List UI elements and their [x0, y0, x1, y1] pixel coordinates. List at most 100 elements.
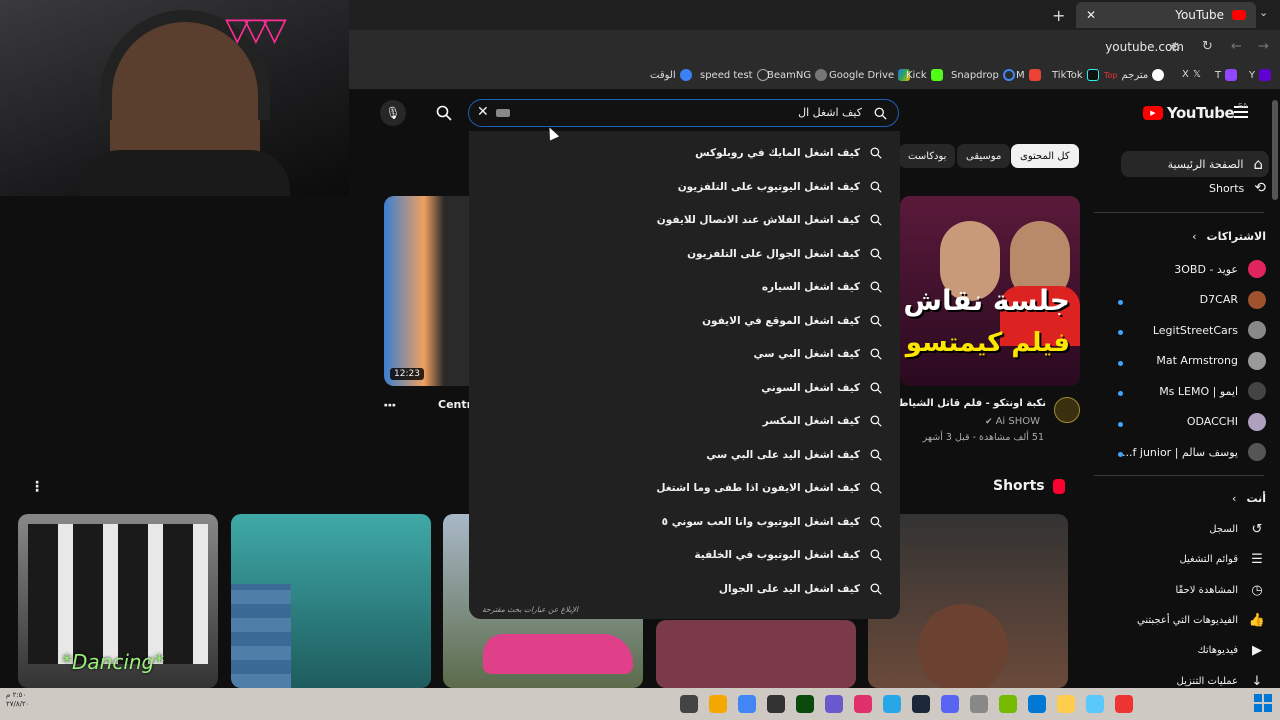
voice-search-button[interactable]: 🎙 — [380, 100, 406, 126]
bookmark-snapdrop[interactable]: Snapdrop — [951, 69, 1015, 81]
steam-icon[interactable] — [912, 695, 930, 713]
channel-avatar-aishow[interactable] — [1054, 397, 1080, 423]
search-suggestion-icon — [870, 181, 882, 193]
short-thumbnail-2[interactable] — [231, 514, 431, 688]
new-tab-button[interactable]: + — [1052, 6, 1065, 25]
report-suggestions-link[interactable]: الإبلاغ عن عبارات بحث مقترحة — [482, 605, 578, 614]
chip-podcasts[interactable]: بودكاست — [899, 144, 956, 168]
subscription-item[interactable]: D7CAR — [1200, 290, 1266, 309]
short-thumbnail-4[interactable] — [656, 620, 856, 688]
video-more-icon[interactable]: ⋮ — [381, 398, 397, 412]
site-settings-icon[interactable]: ⚙ — [1170, 40, 1181, 54]
explorer-icon[interactable] — [1057, 695, 1075, 713]
clear-search-icon[interactable]: ✕ — [477, 104, 489, 120]
suggestion-text: كيف اشغل اليوتيوب في الخلفية — [694, 549, 860, 561]
search-button[interactable] — [430, 100, 458, 126]
search-suggestion[interactable]: كيف اشغل السوني — [761, 382, 882, 394]
notepad-icon[interactable] — [970, 695, 988, 713]
back-icon[interactable]: ← — [1231, 39, 1242, 54]
thumbnail-caption-1: جلسة نقاش — [903, 284, 1070, 317]
apps-icon[interactable] — [825, 695, 843, 713]
sidebar-divider-1 — [1094, 212, 1264, 213]
epic-icon[interactable] — [680, 695, 698, 713]
sidebar-item-home[interactable]: ⌂ الصفحة الرئيسية — [1121, 151, 1269, 177]
you-item[interactable]: ↓ عمليات التنزيل — [1177, 674, 1266, 689]
bookmark-gmail[interactable]: M — [1016, 69, 1041, 81]
sidebar-scrollbar[interactable] — [1272, 100, 1278, 200]
sidebar-item-shorts[interactable]: ⟲ Shorts — [1209, 180, 1266, 196]
short-overlay-text: *Dancing* — [62, 650, 165, 674]
chip-music[interactable]: موسيقى — [957, 144, 1011, 168]
files-icon[interactable] — [709, 695, 727, 713]
chrome-icon[interactable] — [738, 695, 756, 713]
you-header[interactable]: أنت › — [1232, 492, 1266, 505]
instagram-icon[interactable] — [854, 695, 872, 713]
edge-icon[interactable] — [1028, 695, 1046, 713]
search-suggestion[interactable]: كيف اشغل اليد على الجوال — [719, 583, 882, 595]
search-suggestion[interactable]: كيف اشغل الجوال على التلفزيون — [687, 248, 882, 260]
bookmark-speedtest[interactable]: speed test — [700, 69, 769, 81]
close-tab-icon[interactable]: ✕ — [1086, 8, 1096, 22]
forward-icon[interactable]: → — [1258, 39, 1269, 54]
chevron-you-icon: › — [1232, 492, 1237, 505]
video-title-left[interactable]: Centr — [438, 398, 472, 411]
subscription-item[interactable]: ايمو | Ms LEMO — [1159, 382, 1266, 400]
bookmark-x[interactable]: X𝕏 — [1182, 69, 1201, 80]
keyboard-icon[interactable] — [496, 109, 510, 117]
short-thumbnail-1[interactable]: *Dancing* — [18, 514, 218, 688]
epic-games-icon[interactable] — [767, 695, 785, 713]
start-button[interactable] — [1254, 694, 1272, 712]
channel-avatar — [1248, 321, 1266, 339]
search-suggestion[interactable]: كيف اشغل المايك في روبلوكس — [695, 147, 882, 159]
youtube-play-icon: ▶ — [1143, 106, 1163, 120]
subscription-item[interactable]: عويد - 3OBD — [1174, 260, 1266, 278]
bookmark-beamng[interactable]: BeamNG — [767, 69, 828, 81]
you-item[interactable]: ↺ السجل — [1209, 522, 1266, 537]
bookmark-kick[interactable]: Kick — [906, 69, 943, 81]
search-suggestion[interactable]: كيف اشغل اليوتيوب في الخلفية — [694, 549, 882, 561]
search-suggestion[interactable]: كيف اشغل الموقع في الايفون — [702, 315, 882, 327]
telegram-icon[interactable] — [883, 695, 901, 713]
search-suggestion[interactable]: كيف اشغل اليد على البي سي — [706, 449, 882, 461]
bookmark-y[interactable]: Y — [1249, 69, 1272, 81]
search-suggestion[interactable]: كيف اشغل الفلاش عند الاتصال للايفون — [657, 214, 882, 226]
shorts-more-icon[interactable]: ⋮ — [30, 479, 44, 495]
bookmark-twitch[interactable]: T — [1215, 69, 1238, 81]
suggestion-text: كيف اشغل المايك في روبلوكس — [695, 147, 860, 159]
search-suggestion[interactable]: كيف اشغل السياره — [762, 281, 882, 293]
search-suggestion[interactable]: كيف اشغل المكسر — [763, 415, 882, 427]
taskbar-clock[interactable]: ٢:٥٠ م ٢٧/٨/٢٠ — [6, 691, 30, 709]
search-suggestion[interactable]: كيف اشغل اليوتيوب وانا العب سوني ٥ — [662, 516, 882, 528]
search-suggestion[interactable]: كيف اشغل اليوتيوب على التلفزيون — [678, 181, 882, 193]
subscription-item[interactable]: يوسف سالم | f junior... — [1122, 443, 1266, 461]
reload-icon[interactable]: ↻ — [1202, 39, 1213, 54]
bookmark-translate[interactable]: Top مترجم — [1104, 69, 1165, 81]
video-thumbnail-right[interactable]: جلسة نقاش فيلم كيمتسو — [900, 196, 1080, 386]
discord-icon[interactable] — [941, 695, 959, 713]
search-icon — [436, 105, 452, 121]
subscription-item[interactable]: ODACCHI — [1187, 412, 1266, 431]
search-suggestion[interactable]: كيف اشغل الايفون اذا طفى وما اشتغل — [656, 482, 882, 494]
video-title-right[interactable]: نكبة اونتكو - فلم قاتل الشياطين القعة — [898, 398, 1046, 409]
youtube-logo[interactable]: ▶ YouTube SA — [1143, 102, 1248, 122]
photos-icon[interactable] — [1086, 695, 1104, 713]
subscription-item[interactable]: LegitStreetCars — [1153, 321, 1266, 339]
subscriptions-header[interactable]: الاشتراكات › — [1192, 230, 1266, 243]
bookmark-time[interactable]: الوقت — [650, 69, 692, 81]
search-input[interactable]: ✕ كيف اشغل ال — [468, 99, 899, 127]
subscription-item[interactable]: Mat Armstrong — [1156, 351, 1266, 370]
you-item[interactable]: ▶ فيديوهاتك — [1197, 643, 1266, 658]
browser-tab[interactable]: YouTube ✕ — [1076, 2, 1256, 28]
you-item[interactable]: ☰ قوائم التشغيل — [1179, 552, 1266, 567]
chip-all[interactable]: كل المحتوى — [1011, 144, 1079, 168]
you-item[interactable]: 👍 الفيديوهات التي أعجبتني — [1137, 613, 1266, 628]
store-icon[interactable] — [1115, 695, 1133, 713]
tab-search-icon[interactable]: ⌄ — [1259, 6, 1268, 19]
bookmark-google-drive[interactable]: Google Drive — [829, 69, 911, 81]
bookmark-tiktok[interactable]: TikTok — [1052, 69, 1099, 81]
video-channel-right[interactable]: ✔ Ai SHOW — [985, 416, 1040, 427]
xbox-icon[interactable] — [796, 695, 814, 713]
you-item[interactable]: ◷ المشاهدة لاحقًا — [1175, 583, 1266, 598]
search-suggestion[interactable]: كيف اشغل البي سي — [754, 348, 883, 360]
nvidia-icon[interactable] — [999, 695, 1017, 713]
